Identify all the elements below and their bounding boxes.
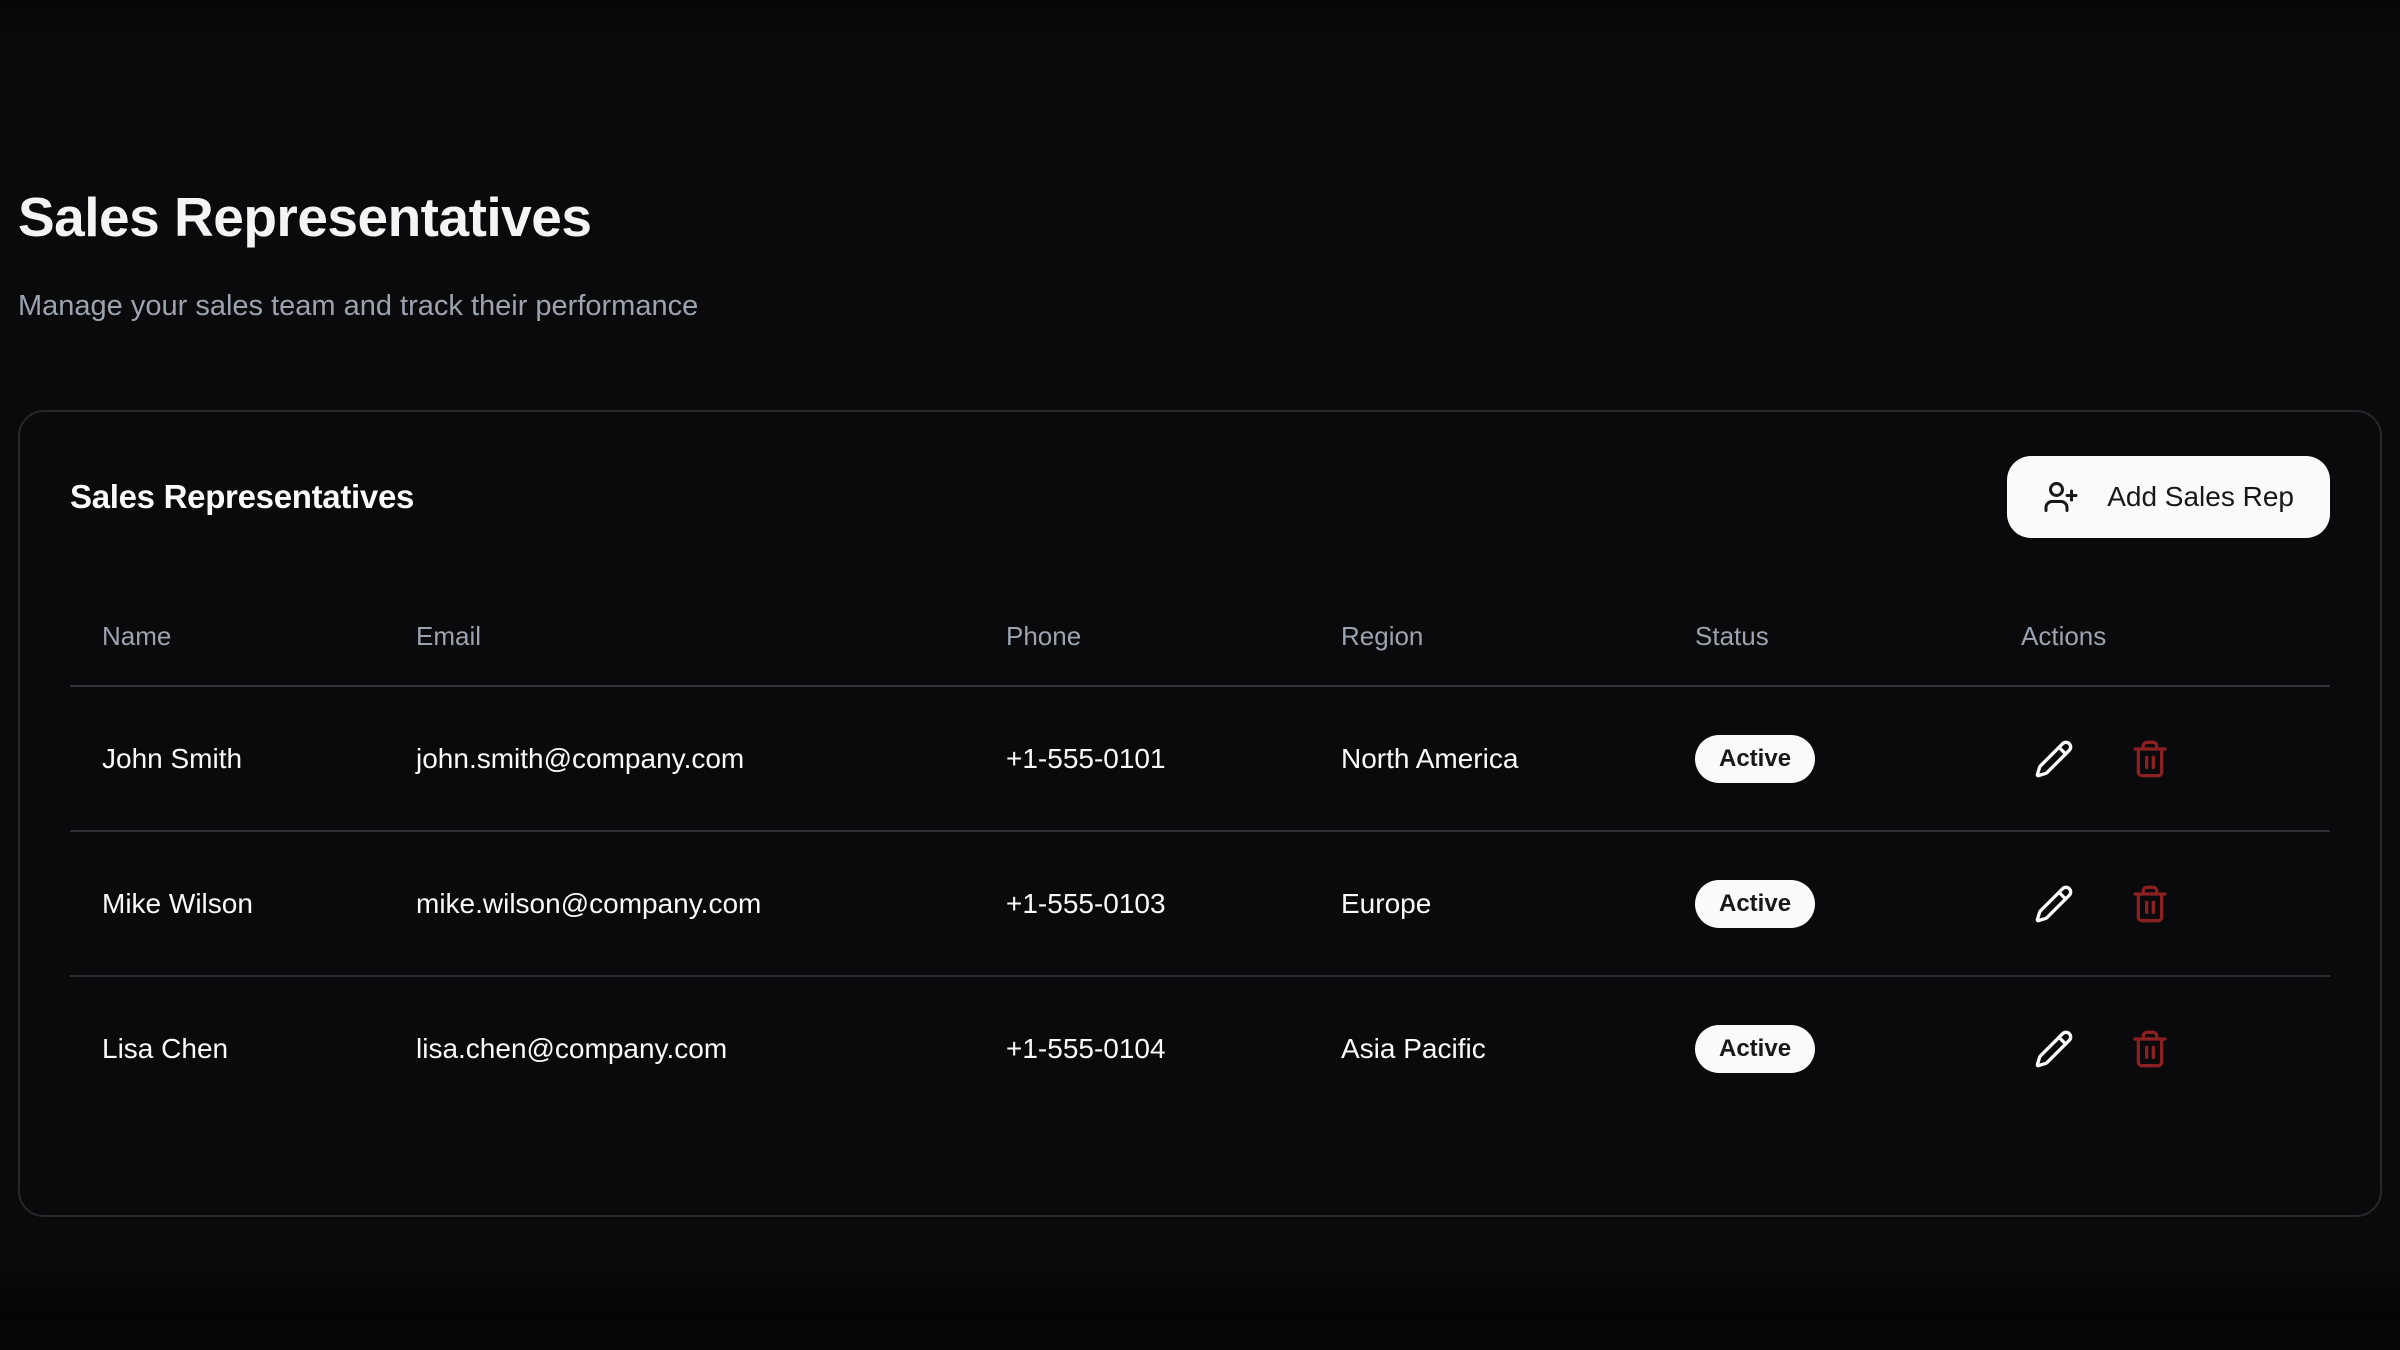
rep-status-cell: Active	[1663, 831, 1989, 976]
status-badge: Active	[1695, 735, 1815, 783]
pencil-icon	[2034, 739, 2074, 779]
trash-icon	[2130, 739, 2170, 779]
status-badge: Active	[1695, 1025, 1815, 1073]
page-title: Sales Representatives	[18, 186, 2382, 249]
rep-email: john.smith@company.com	[384, 686, 974, 831]
table-body: John Smith john.smith@company.com +1-555…	[70, 686, 2330, 1121]
rep-actions-cell	[1989, 831, 2330, 976]
column-header-region: Region	[1309, 588, 1663, 686]
trash-icon	[2130, 1029, 2170, 1069]
edit-button[interactable]	[2021, 1016, 2087, 1082]
column-header-name: Name	[70, 588, 384, 686]
column-header-status: Status	[1663, 588, 1989, 686]
rep-phone: +1-555-0104	[974, 976, 1309, 1121]
sales-reps-table: Name Email Phone Region Status Actions J…	[70, 588, 2330, 1121]
user-plus-icon	[2043, 479, 2079, 515]
rep-email: mike.wilson@company.com	[384, 831, 974, 976]
delete-button[interactable]	[2117, 871, 2183, 937]
rep-email: lisa.chen@company.com	[384, 976, 974, 1121]
page: Sales Representatives Manage your sales …	[0, 0, 2400, 1350]
card-title: Sales Representatives	[70, 478, 414, 516]
rep-actions-cell	[1989, 686, 2330, 831]
add-sales-rep-button[interactable]: Add Sales Rep	[2007, 456, 2330, 538]
rep-phone: +1-555-0101	[974, 686, 1309, 831]
trash-icon	[2130, 884, 2170, 924]
add-sales-rep-label: Add Sales Rep	[2107, 481, 2294, 513]
delete-button[interactable]	[2117, 1016, 2183, 1082]
rep-phone: +1-555-0103	[974, 831, 1309, 976]
rep-name: John Smith	[70, 686, 384, 831]
card-header: Sales Representatives Add Sales Rep	[70, 456, 2330, 538]
pencil-icon	[2034, 884, 2074, 924]
rep-region: North America	[1309, 686, 1663, 831]
rep-status-cell: Active	[1663, 976, 1989, 1121]
rep-status-cell: Active	[1663, 686, 1989, 831]
column-header-actions: Actions	[1989, 588, 2330, 686]
main-content: Sales Representatives Manage your sales …	[0, 0, 2400, 1217]
table-header: Name Email Phone Region Status Actions	[70, 588, 2330, 686]
table-row: Mike Wilson mike.wilson@company.com +1-5…	[70, 831, 2330, 976]
rep-name: Lisa Chen	[70, 976, 384, 1121]
pencil-icon	[2034, 1029, 2074, 1069]
column-header-email: Email	[384, 588, 974, 686]
rep-region: Europe	[1309, 831, 1663, 976]
row-actions	[2021, 871, 2330, 937]
row-actions	[2021, 726, 2330, 792]
edit-button[interactable]	[2021, 726, 2087, 792]
rep-name: Mike Wilson	[70, 831, 384, 976]
table-header-row: Name Email Phone Region Status Actions	[70, 588, 2330, 686]
sales-reps-card: Sales Representatives Add Sales Rep	[18, 410, 2382, 1217]
rep-region: Asia Pacific	[1309, 976, 1663, 1121]
table-row: John Smith john.smith@company.com +1-555…	[70, 686, 2330, 831]
status-badge: Active	[1695, 880, 1815, 928]
row-actions	[2021, 1016, 2330, 1082]
table-row: Lisa Chen lisa.chen@company.com +1-555-0…	[70, 976, 2330, 1121]
rep-actions-cell	[1989, 976, 2330, 1121]
delete-button[interactable]	[2117, 726, 2183, 792]
column-header-phone: Phone	[974, 588, 1309, 686]
edit-button[interactable]	[2021, 871, 2087, 937]
page-subtitle: Manage your sales team and track their p…	[18, 289, 2382, 324]
